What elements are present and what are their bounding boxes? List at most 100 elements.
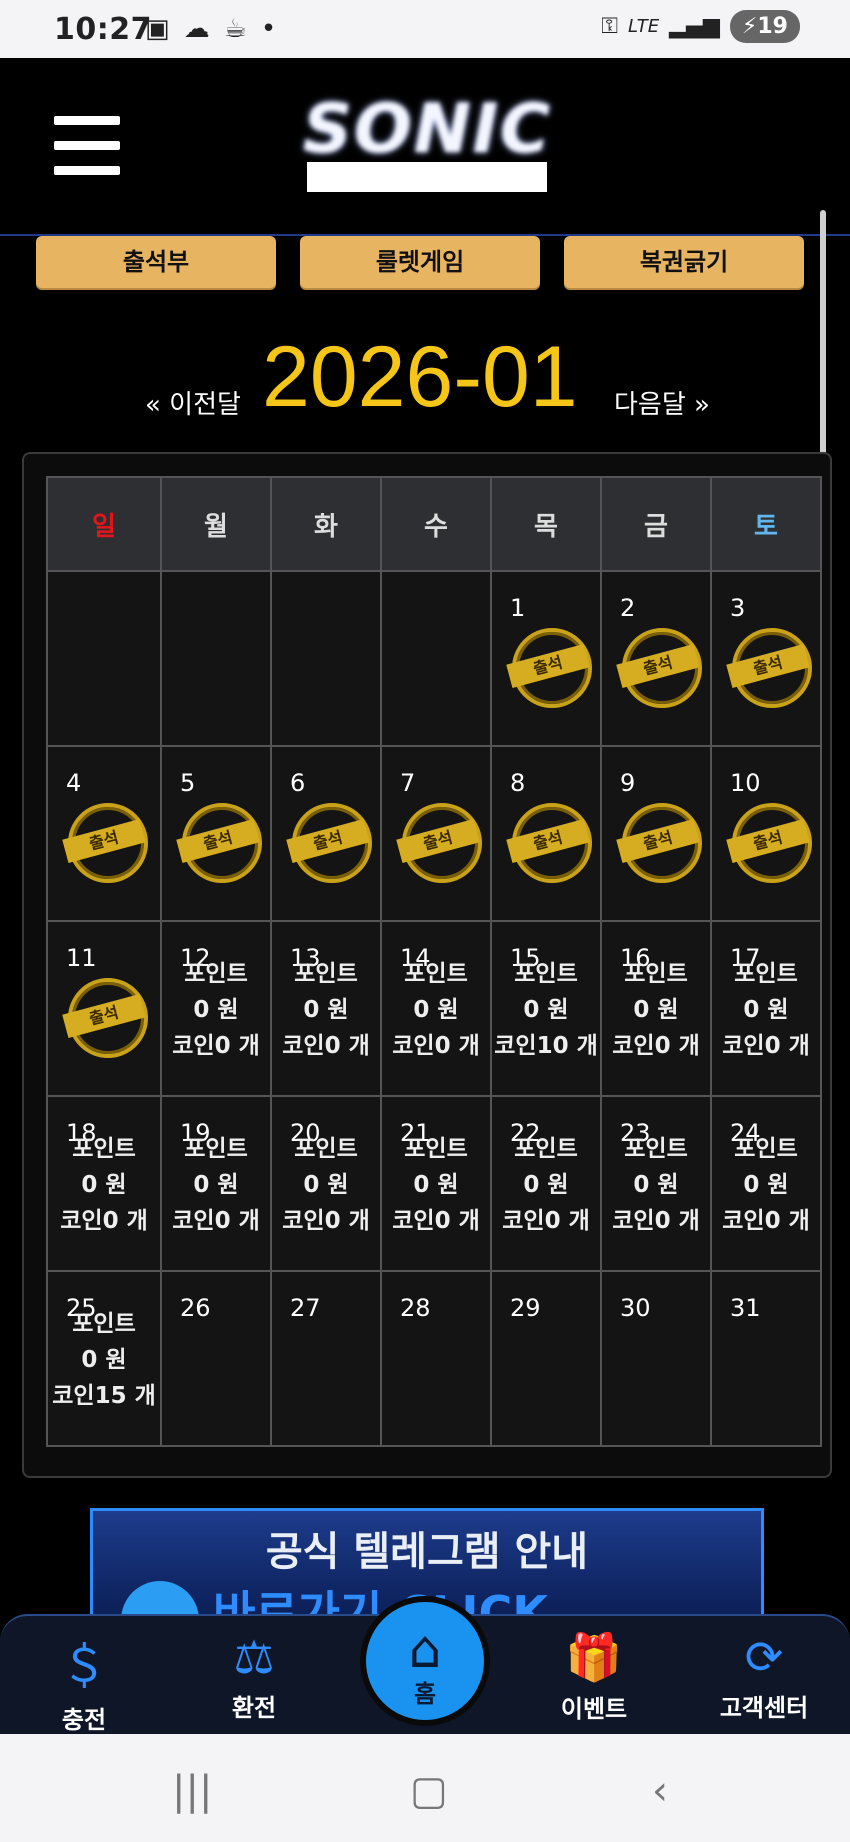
battery-badge: ⚡19 xyxy=(729,10,800,43)
recent-apps-icon[interactable]: ||| xyxy=(172,1768,212,1814)
attendance-stamp-icon: 출석 xyxy=(506,803,592,883)
coin-label: 코인 xyxy=(612,1208,655,1234)
calendar-day[interactable]: 3 출석 xyxy=(710,570,822,747)
point-value: 0 xyxy=(413,1172,430,1198)
calendar-day[interactable]: 9 출석 xyxy=(600,745,712,922)
calendar-day[interactable]: 26 xyxy=(160,1270,272,1447)
point-value: 0 xyxy=(303,1172,320,1198)
calendar-day[interactable]: 4 출석 xyxy=(46,745,162,922)
calendar-week: 25 포인트 0 원 코인15 개 26 27 28 29 30 31 xyxy=(46,1270,822,1447)
point-label: 포인트 xyxy=(624,961,688,987)
point-value: 0 xyxy=(81,1172,98,1198)
attendance-stamp-icon: 출석 xyxy=(62,978,148,1058)
day-rewards: 포인트 0 원 코인0 개 xyxy=(162,1131,270,1239)
calendar-day[interactable]: 23 포인트 0 원 코인0 개 xyxy=(600,1095,712,1272)
day-rewards: 포인트 0 원 코인0 개 xyxy=(272,956,380,1064)
dot-icon: • xyxy=(260,14,277,44)
home-system-icon[interactable]: ▢ xyxy=(410,1768,448,1814)
day-number: 11 xyxy=(66,944,97,972)
point-value: 0 xyxy=(193,1172,210,1198)
next-month-link[interactable]: 다음달 » xyxy=(614,384,710,421)
calendar-day[interactable]: 24 포인트 0 원 코인0 개 xyxy=(710,1095,822,1272)
calendar-day[interactable] xyxy=(380,570,492,747)
site-logo[interactable]: SONIC xyxy=(285,96,570,164)
count-unit: 개 xyxy=(678,1033,700,1059)
calendar-day[interactable]: 21 포인트 0 원 코인0 개 xyxy=(380,1095,492,1272)
attendance-stamp-icon: 출석 xyxy=(616,628,702,708)
calendar-day[interactable]: 7 출석 xyxy=(380,745,492,922)
calendar-day[interactable]: 27 xyxy=(270,1270,382,1447)
hamburger-menu-icon[interactable] xyxy=(54,116,120,176)
calendar-day[interactable] xyxy=(160,570,272,747)
calendar-day[interactable]: 31 xyxy=(710,1270,822,1447)
count-unit: 개 xyxy=(238,1208,260,1234)
calendar-day[interactable]: 1 출석 xyxy=(490,570,602,747)
point-value: 0 xyxy=(303,997,320,1023)
calendar-day[interactable]: 8 출석 xyxy=(490,745,602,922)
won-unit: 원 xyxy=(327,997,349,1023)
cloud-icon: ☁ xyxy=(183,14,210,44)
calendar-day[interactable]: 15 포인트 0 원 코인10 개 xyxy=(490,920,602,1097)
calendar-day[interactable]: 20 포인트 0 원 코인0 개 xyxy=(270,1095,382,1272)
roulette-button[interactable]: 룰렛게임 xyxy=(300,236,540,288)
coin-value: 15 xyxy=(94,1383,127,1409)
coin-value: 0 xyxy=(764,1208,781,1234)
calendar-day[interactable]: 18 포인트 0 원 코인0 개 xyxy=(46,1095,162,1272)
prev-month-link[interactable]: « 이전달 xyxy=(145,384,241,421)
day-number: 5 xyxy=(180,769,196,797)
weekday-header: 토 xyxy=(710,476,822,572)
withdraw-icon: ⚖ xyxy=(233,1630,275,1684)
back-icon[interactable]: ‹ xyxy=(652,1768,668,1814)
count-unit: 개 xyxy=(348,1033,370,1059)
calendar-day[interactable]: 14 포인트 0 원 코인0 개 xyxy=(380,920,492,1097)
calendar-day[interactable]: 13 포인트 0 원 코인0 개 xyxy=(270,920,382,1097)
day-number: 27 xyxy=(290,1294,321,1322)
nav-deposit[interactable]: ＄ 충전 xyxy=(24,1630,144,1735)
stamp-label: 출석 xyxy=(506,819,590,863)
calendar-day[interactable]: 22 포인트 0 원 코인0 개 xyxy=(490,1095,602,1272)
calendar-day[interactable]: 5 출석 xyxy=(160,745,272,922)
calendar-week: 1 출석 2 출석 3 출석 xyxy=(46,570,822,747)
signal-icon: ▂▄▆ xyxy=(669,14,720,39)
day-rewards: 포인트 0 원 코인0 개 xyxy=(48,1131,160,1239)
coin-value: 0 xyxy=(324,1208,341,1234)
point-label: 포인트 xyxy=(72,1136,136,1162)
current-month: 2026-01 xyxy=(262,329,578,425)
day-number: 6 xyxy=(290,769,306,797)
won-unit: 원 xyxy=(437,997,459,1023)
calendar-day[interactable]: 17 포인트 0 원 코인0 개 xyxy=(710,920,822,1097)
attendance-stamp-icon: 출석 xyxy=(506,628,592,708)
calendar-day[interactable]: 10 출석 xyxy=(710,745,822,922)
nav-support[interactable]: ⟳ 고객센터 xyxy=(704,1630,824,1723)
calendar-day[interactable]: 25 포인트 0 원 코인15 개 xyxy=(46,1270,162,1447)
scratch-lottery-button[interactable]: 복권긁기 xyxy=(564,236,804,288)
calendar-day[interactable] xyxy=(270,570,382,747)
coin-value: 10 xyxy=(536,1033,569,1059)
screenshot-icon: ▣ xyxy=(145,14,170,44)
count-unit: 개 xyxy=(348,1208,370,1234)
coin-value: 0 xyxy=(654,1033,671,1059)
attendance-button[interactable]: 출석부 xyxy=(36,236,276,288)
nav-event[interactable]: 🎁 이벤트 xyxy=(534,1630,654,1724)
calendar-day[interactable]: 28 xyxy=(380,1270,492,1447)
calendar-week: 18 포인트 0 원 코인0 개 19 포인트 0 원 코인0 개 20 포인트 0 원 코인0 개2… xyxy=(46,1095,822,1272)
calendar-day[interactable]: 12 포인트 0 원 코인0 개 xyxy=(160,920,272,1097)
calendar-day[interactable]: 2 출석 xyxy=(600,570,712,747)
day-number: 3 xyxy=(730,594,746,622)
calendar-day[interactable]: 29 xyxy=(490,1270,602,1447)
calendar-day[interactable]: 19 포인트 0 원 코인0 개 xyxy=(160,1095,272,1272)
weekday-header: 목 xyxy=(490,476,602,572)
day-number: 7 xyxy=(400,769,416,797)
calendar-day[interactable]: 16 포인트 0 원 코인0 개 xyxy=(600,920,712,1097)
nav-home[interactable]: ⌂ 홈 xyxy=(360,1596,490,1726)
nav-withdraw[interactable]: ⚖ 환전 xyxy=(194,1630,314,1723)
stamp-label: 출석 xyxy=(616,644,700,688)
calendar-day[interactable]: 30 xyxy=(600,1270,712,1447)
calendar-day[interactable]: 6 출석 xyxy=(270,745,382,922)
day-number: 31 xyxy=(730,1294,761,1322)
point-value: 0 xyxy=(413,997,430,1023)
calendar-day[interactable] xyxy=(46,570,162,747)
attendance-stamp-icon: 출석 xyxy=(176,803,262,883)
day-number: 4 xyxy=(66,769,82,797)
calendar-day[interactable]: 11 출석 xyxy=(46,920,162,1097)
